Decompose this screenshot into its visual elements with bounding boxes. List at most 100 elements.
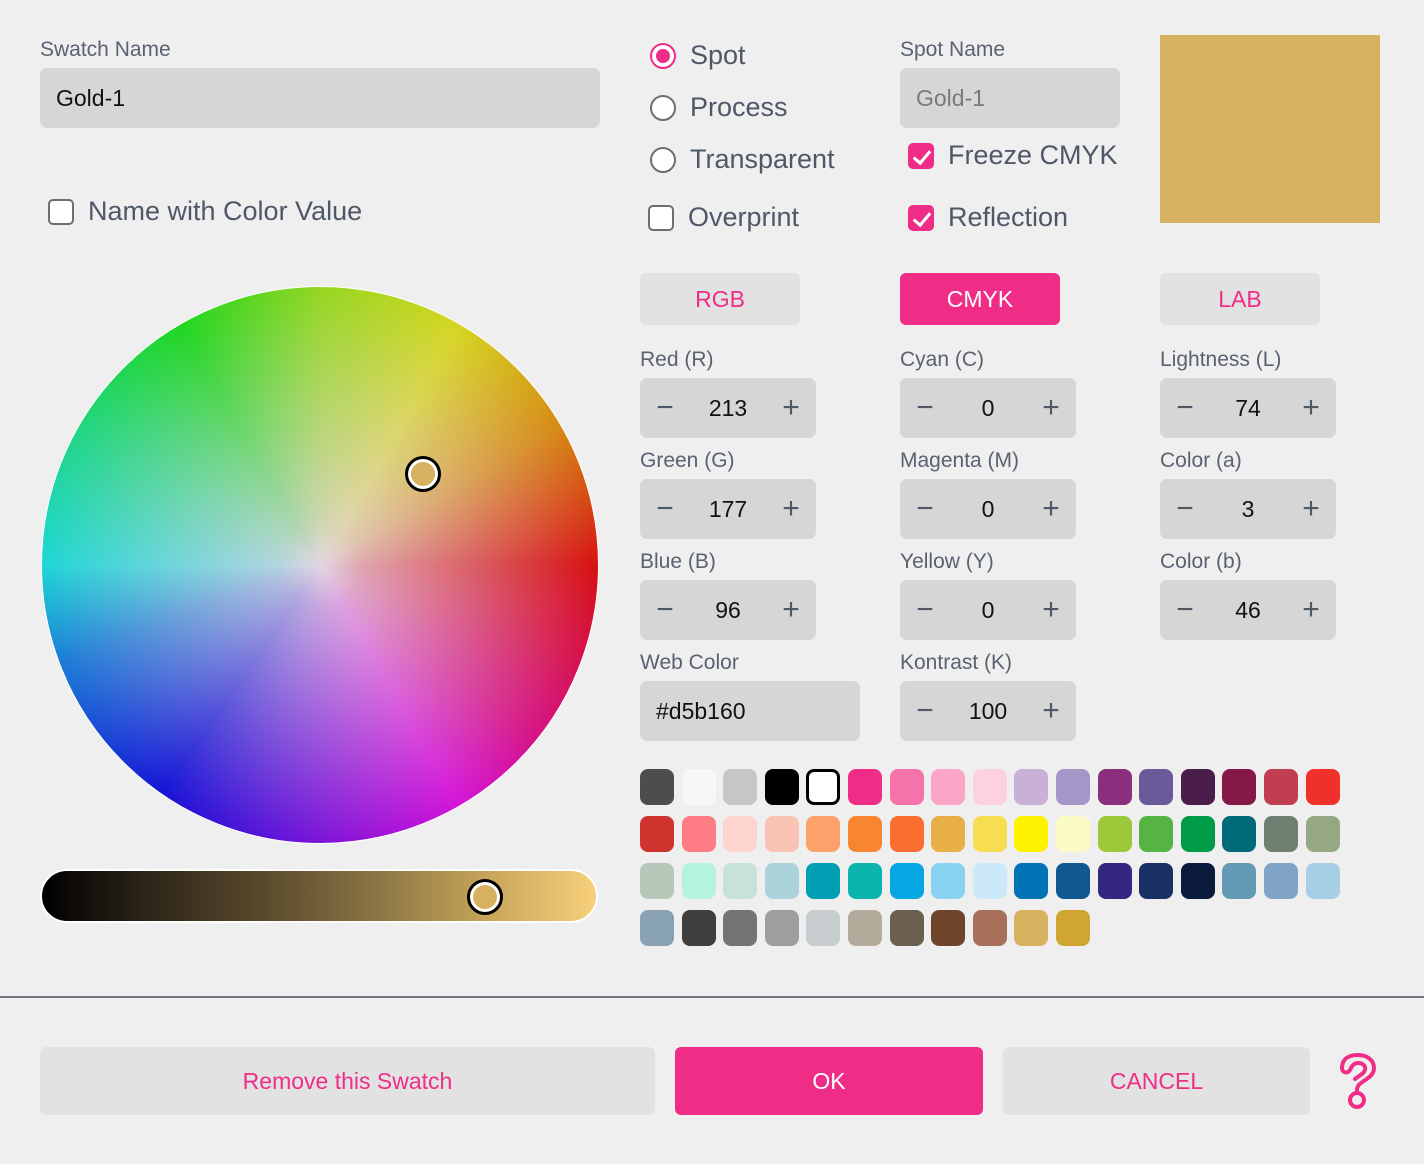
minus-icon[interactable]: − bbox=[650, 494, 680, 524]
swatch-0-13[interactable] bbox=[1180, 769, 1215, 805]
swatch-name-input[interactable]: Gold-1 bbox=[40, 68, 600, 128]
swatch-1-13[interactable] bbox=[1180, 816, 1215, 852]
spot-name-input[interactable]: Gold-1 bbox=[900, 68, 1120, 128]
color-wheel-handle[interactable] bbox=[405, 456, 441, 492]
minus-icon[interactable]: − bbox=[910, 494, 940, 524]
overprint-checkbox[interactable]: Overprint bbox=[648, 202, 799, 233]
plus-icon[interactable]: + bbox=[1296, 595, 1326, 625]
help-icon[interactable] bbox=[1336, 1052, 1380, 1110]
radio-process[interactable]: Process bbox=[650, 92, 788, 123]
swatch-0-2[interactable] bbox=[723, 769, 758, 805]
swatch-1-6[interactable] bbox=[889, 816, 924, 852]
radio-indicator[interactable] bbox=[650, 42, 676, 69]
checkbox-box[interactable] bbox=[908, 204, 934, 231]
checkbox-box[interactable] bbox=[48, 198, 74, 225]
swatch-1-7[interactable] bbox=[931, 816, 966, 852]
swatch-2-3[interactable] bbox=[764, 863, 799, 899]
cyan-value[interactable]: 0 bbox=[940, 395, 1036, 422]
color-b-stepper[interactable]: − 46 + bbox=[1160, 580, 1336, 640]
color-a-stepper[interactable]: − 3 + bbox=[1160, 479, 1336, 539]
mode-cmyk-button[interactable]: CMYK bbox=[900, 273, 1060, 325]
swatch-2-14[interactable] bbox=[1222, 863, 1257, 899]
plus-icon[interactable]: + bbox=[776, 595, 806, 625]
plus-icon[interactable]: + bbox=[1036, 595, 1066, 625]
minus-icon[interactable]: − bbox=[650, 595, 680, 625]
green-stepper[interactable]: − 177 + bbox=[640, 479, 816, 539]
radio-indicator[interactable] bbox=[650, 94, 676, 121]
plus-icon[interactable]: + bbox=[1036, 393, 1066, 423]
swatch-0-10[interactable] bbox=[1056, 769, 1090, 805]
swatch-3-0[interactable] bbox=[640, 910, 674, 946]
swatch-0-6[interactable] bbox=[889, 769, 924, 805]
swatch-1-3[interactable] bbox=[764, 816, 799, 852]
brightness-slider[interactable] bbox=[40, 869, 598, 923]
plus-icon[interactable]: + bbox=[776, 393, 806, 423]
red-stepper[interactable]: − 213 + bbox=[640, 378, 816, 438]
blue-value[interactable]: 96 bbox=[680, 597, 776, 624]
swatch-2-4[interactable] bbox=[806, 863, 841, 899]
swatch-2-7[interactable] bbox=[931, 863, 966, 899]
yellow-value[interactable]: 0 bbox=[940, 597, 1036, 624]
swatch-3-5[interactable] bbox=[848, 910, 882, 946]
swatch-1-8[interactable] bbox=[972, 816, 1007, 852]
minus-icon[interactable]: − bbox=[1170, 494, 1200, 524]
kontrast-stepper[interactable]: − 100 + bbox=[900, 681, 1076, 741]
swatch-1-5[interactable] bbox=[848, 816, 882, 852]
color-a-value[interactable]: 3 bbox=[1200, 496, 1296, 523]
minus-icon[interactable]: − bbox=[910, 595, 940, 625]
lightness-stepper[interactable]: − 74 + bbox=[1160, 378, 1336, 438]
freeze-cmyk-checkbox[interactable]: Freeze CMYK bbox=[908, 140, 1118, 171]
kontrast-value[interactable]: 100 bbox=[940, 698, 1036, 725]
swatch-1-12[interactable] bbox=[1139, 816, 1174, 852]
swatch-1-9[interactable] bbox=[1014, 816, 1049, 852]
checkbox-box[interactable] bbox=[648, 204, 674, 231]
swatch-1-14[interactable] bbox=[1222, 816, 1257, 852]
mode-lab-button[interactable]: LAB bbox=[1160, 273, 1320, 325]
swatch-3-9[interactable] bbox=[1014, 910, 1049, 946]
plus-icon[interactable]: + bbox=[776, 494, 806, 524]
magenta-stepper[interactable]: − 0 + bbox=[900, 479, 1076, 539]
swatch-3-1[interactable] bbox=[681, 910, 716, 946]
swatch-2-15[interactable] bbox=[1264, 863, 1298, 899]
minus-icon[interactable]: − bbox=[910, 696, 940, 726]
minus-icon[interactable]: − bbox=[1170, 595, 1200, 625]
color-wheel[interactable] bbox=[41, 286, 599, 844]
swatch-1-4[interactable] bbox=[806, 816, 841, 852]
cancel-button[interactable]: CANCEL bbox=[1003, 1047, 1310, 1115]
swatch-2-10[interactable] bbox=[1056, 863, 1090, 899]
lightness-value[interactable]: 74 bbox=[1200, 395, 1296, 422]
minus-icon[interactable]: − bbox=[910, 393, 940, 423]
cyan-stepper[interactable]: − 0 + bbox=[900, 378, 1076, 438]
brightness-slider-handle[interactable] bbox=[466, 879, 503, 915]
swatch-2-0[interactable] bbox=[640, 863, 674, 899]
plus-icon[interactable]: + bbox=[1296, 494, 1326, 524]
swatch-0-12[interactable] bbox=[1139, 769, 1174, 805]
blue-stepper[interactable]: − 96 + bbox=[640, 580, 816, 640]
plus-icon[interactable]: + bbox=[1036, 696, 1066, 726]
swatch-0-3[interactable] bbox=[764, 769, 799, 805]
ok-button[interactable]: OK bbox=[675, 1047, 983, 1115]
swatch-0-4[interactable] bbox=[806, 769, 841, 805]
radio-indicator[interactable] bbox=[650, 146, 676, 173]
swatch-1-0[interactable] bbox=[640, 816, 674, 852]
swatch-1-1[interactable] bbox=[681, 816, 716, 852]
minus-icon[interactable]: − bbox=[1170, 393, 1200, 423]
swatch-0-11[interactable] bbox=[1097, 769, 1132, 805]
swatch-0-0[interactable] bbox=[640, 769, 674, 805]
swatch-0-16[interactable] bbox=[1305, 769, 1340, 805]
name-with-color-value-checkbox[interactable]: Name with Color Value bbox=[48, 196, 362, 227]
magenta-value[interactable]: 0 bbox=[940, 496, 1036, 523]
swatch-1-2[interactable] bbox=[723, 816, 758, 852]
swatch-3-3[interactable] bbox=[764, 910, 799, 946]
swatch-1-15[interactable] bbox=[1264, 816, 1298, 852]
swatch-2-5[interactable] bbox=[848, 863, 882, 899]
swatch-3-4[interactable] bbox=[806, 910, 841, 946]
swatch-0-9[interactable] bbox=[1014, 769, 1049, 805]
swatch-2-16[interactable] bbox=[1305, 863, 1340, 899]
swatch-3-6[interactable] bbox=[889, 910, 924, 946]
swatch-0-5[interactable] bbox=[848, 769, 882, 805]
swatch-3-2[interactable] bbox=[723, 910, 758, 946]
web-color-input[interactable]: #d5b160 bbox=[640, 681, 860, 741]
swatch-3-8[interactable] bbox=[972, 910, 1007, 946]
swatch-0-1[interactable] bbox=[681, 769, 716, 805]
